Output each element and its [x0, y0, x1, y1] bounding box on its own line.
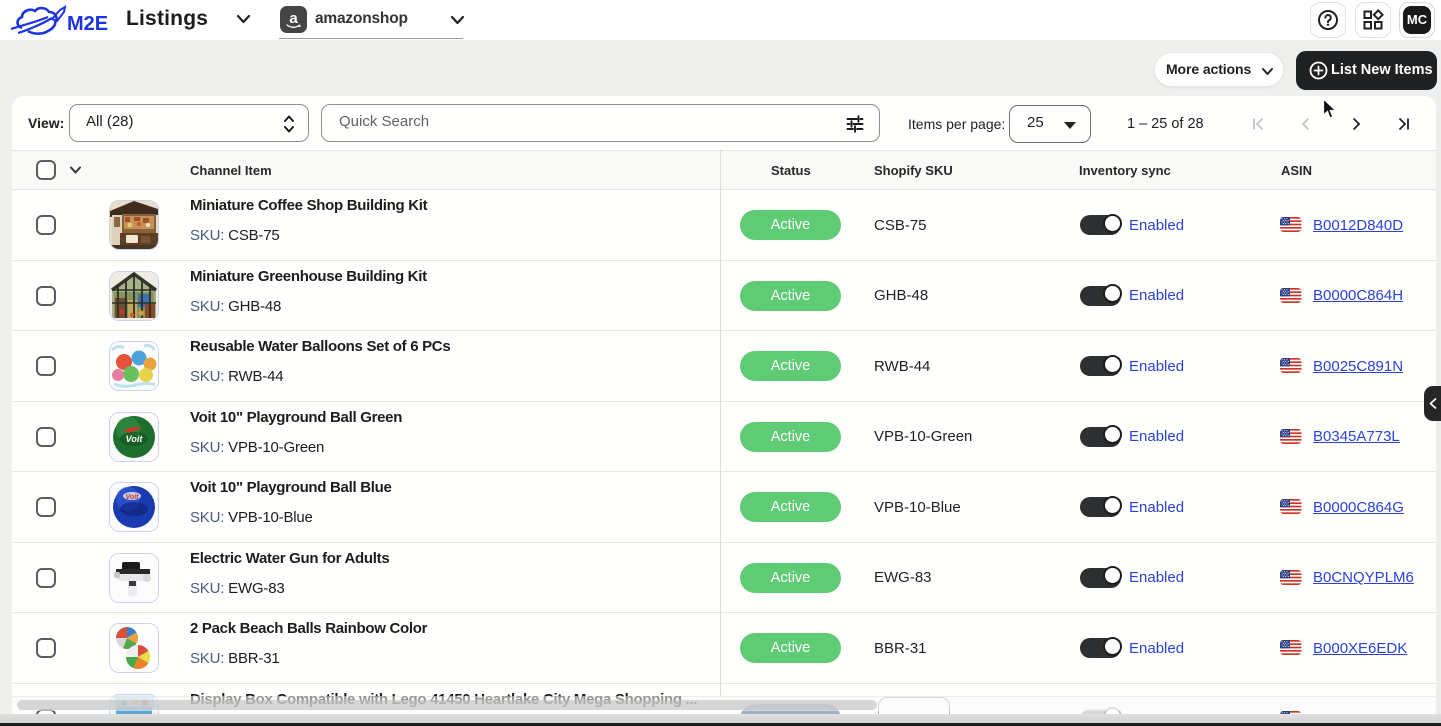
- svg-text:M2E: M2E: [67, 13, 108, 35]
- svg-text:Voit: Voit: [126, 494, 140, 501]
- svg-text:Voit: Voit: [126, 434, 144, 444]
- svg-text:a: a: [289, 10, 298, 27]
